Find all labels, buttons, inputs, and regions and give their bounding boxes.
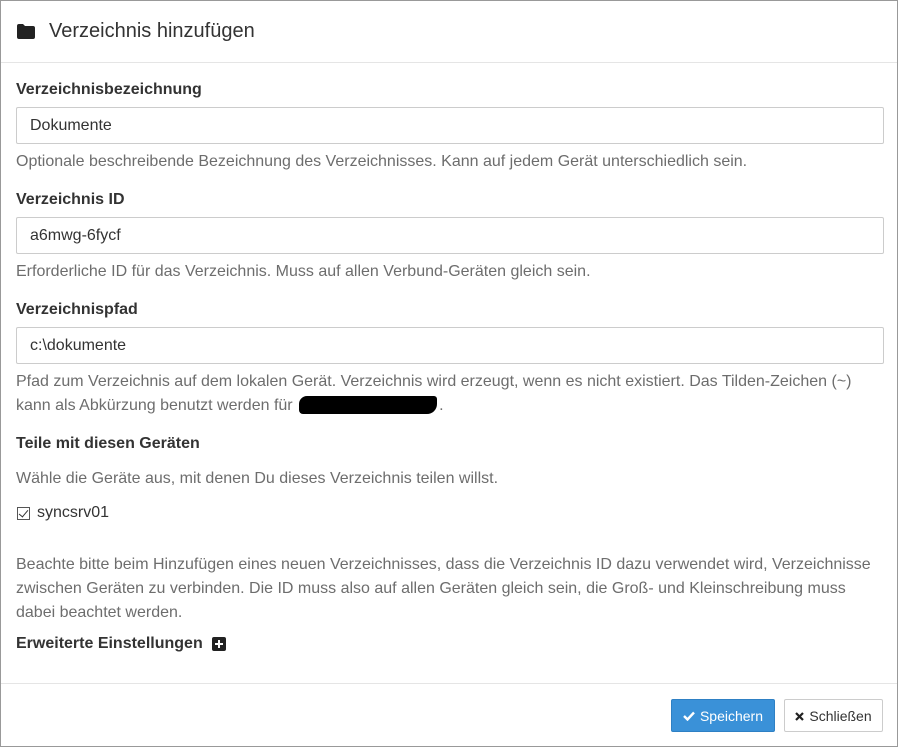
folder-path-label: Verzeichnispfad <box>16 301 138 318</box>
device-item[interactable]: syncsrv01 <box>16 503 882 523</box>
add-folder-dialog: Verzeichnis hinzufügen Verzeichnisbezeic… <box>0 0 898 747</box>
folder-id-input[interactable] <box>16 217 884 254</box>
folder-id-help: Erforderliche ID für das Verzeichnis. Mu… <box>16 263 591 280</box>
check-icon <box>683 708 695 724</box>
folder-id-label: Verzeichnis ID <box>16 191 125 208</box>
x-icon <box>795 708 805 724</box>
advanced-settings-toggle[interactable]: Erweiterte Einstellungen <box>16 634 882 654</box>
folder-label-input[interactable] <box>16 107 884 144</box>
share-heading: Teile mit diesen Geräten <box>16 435 200 452</box>
dialog-header: Verzeichnis hinzufügen <box>1 1 897 63</box>
redacted-path <box>299 396 438 414</box>
dialog-body: Verzeichnisbezeichnung Optionale beschre… <box>1 63 897 654</box>
close-button[interactable]: Schließen <box>784 699 883 732</box>
device-name: syncsrv01 <box>37 504 110 521</box>
folder-label-group: Verzeichnisbezeichnung Optionale beschre… <box>16 81 884 174</box>
dialog-title: Verzeichnis hinzufügen <box>49 20 255 42</box>
share-section: Teile mit diesen Geräten Wähle die Gerät… <box>16 435 882 523</box>
folder-path-help-suffix: . <box>439 397 444 414</box>
folder-icon <box>17 24 35 39</box>
folder-id-note: Beachte bitte beim Hinzufügen eines neue… <box>16 556 871 621</box>
save-button-label: Speichern <box>699 707 764 724</box>
dialog-footer: Speichern Schließen <box>1 683 897 746</box>
share-help: Wähle die Geräte aus, mit denen Du diese… <box>16 470 499 487</box>
folder-path-help: Pfad zum Verzeichnis auf dem lokalen Ger… <box>16 370 882 418</box>
save-button[interactable]: Speichern <box>671 699 775 732</box>
folder-label-help: Optionale beschreibende Bezeichnung des … <box>16 153 748 170</box>
folder-path-input[interactable] <box>16 327 884 364</box>
device-checkbox[interactable] <box>17 506 30 520</box>
folder-id-group: Verzeichnis ID Erforderliche ID für das … <box>16 191 884 284</box>
plus-square-icon[interactable] <box>211 637 226 651</box>
folder-label-label: Verzeichnisbezeichnung <box>16 81 202 98</box>
close-button-label: Schließen <box>809 707 872 724</box>
folder-path-group: Verzeichnispfad Pfad zum Verzeichnis auf… <box>16 301 884 418</box>
advanced-settings-label: Erweiterte Einstellungen <box>16 635 203 652</box>
